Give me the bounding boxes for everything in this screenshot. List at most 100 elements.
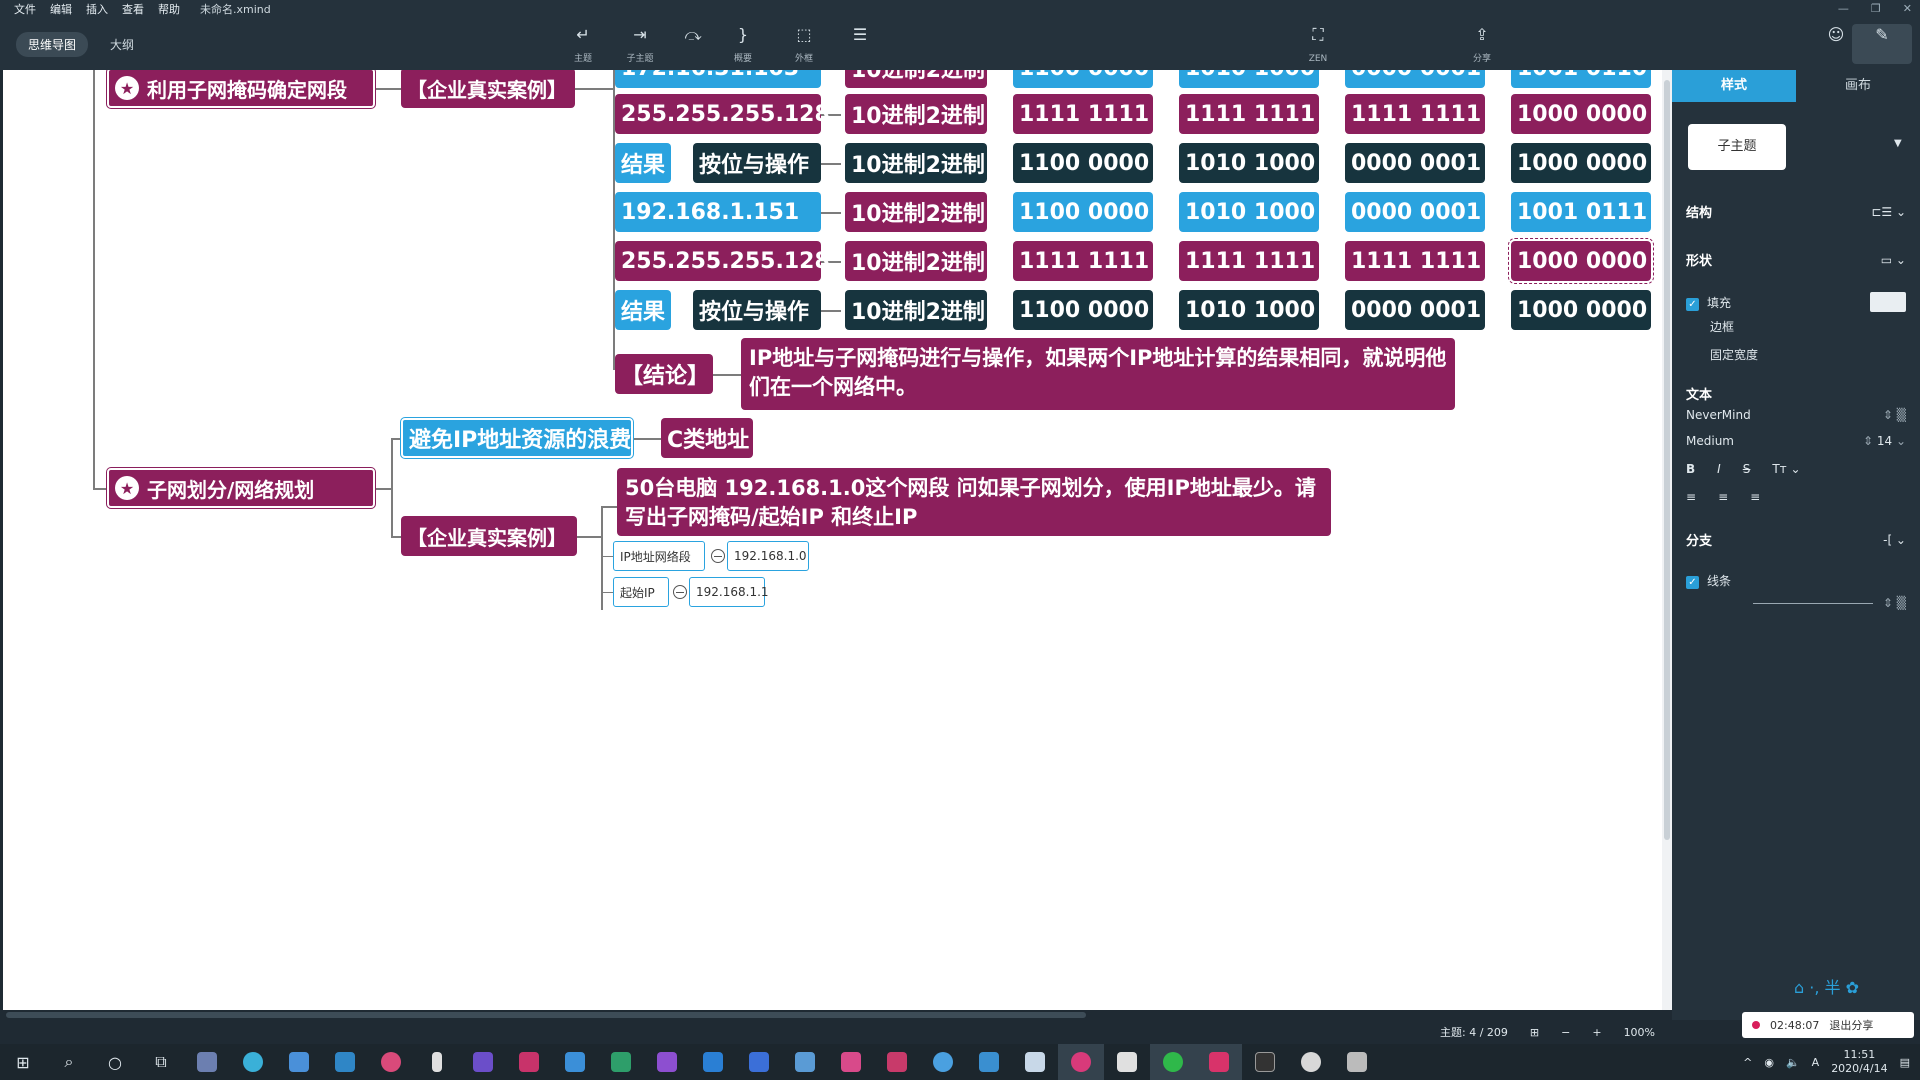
align-left-icon[interactable]: ≡ (1686, 490, 1696, 504)
and-op-node[interactable]: 按位与操作 (693, 143, 821, 183)
app-icon-5[interactable] (782, 1044, 828, 1080)
octet-node[interactable]: 1111 1111 (1345, 241, 1485, 281)
octet-node[interactable]: 1010 1000 (1179, 143, 1319, 183)
horizontal-scrollbar[interactable] (0, 1010, 1662, 1020)
octet-node[interactable]: 1001 0111 (1511, 192, 1651, 232)
clock[interactable]: 11:51 2020/4/14 (1831, 1048, 1887, 1076)
ip-node[interactable]: 172.16.31.103 (615, 70, 821, 88)
app-icon-2[interactable] (230, 1044, 276, 1080)
mask-node[interactable]: 255.255.255.128 (615, 241, 830, 281)
ime-icon[interactable]: A (1812, 1056, 1820, 1069)
intellij-icon[interactable] (506, 1044, 552, 1080)
octet-node[interactable]: 1100 0000 (1013, 192, 1153, 232)
app-icon-8[interactable] (966, 1044, 1012, 1080)
start-ip-value[interactable]: 192.168.1.1 (689, 577, 769, 607)
scroll-thumb[interactable] (1664, 80, 1670, 840)
convert-node[interactable]: 10进制2进制 (845, 94, 987, 134)
convert-node[interactable]: 10进制2进制 (845, 290, 987, 330)
datagrip-icon[interactable] (460, 1044, 506, 1080)
xmind-icon[interactable] (874, 1044, 920, 1080)
avoid-waste-node[interactable]: 避免IP地址资源的浪费 (401, 418, 633, 458)
class-c-node[interactable]: C类地址 (661, 418, 753, 458)
shape-select[interactable]: ▭ ⌄ (1881, 253, 1906, 267)
scroll-thumb[interactable] (6, 1012, 1086, 1018)
octet-node[interactable]: 0000 0001 (1345, 143, 1485, 183)
menu-help[interactable]: 帮助 (158, 1, 180, 17)
octet-node[interactable]: 1001 0110 (1511, 70, 1651, 88)
case-node-1[interactable]: 【企业真实案例】 (401, 70, 575, 108)
start-ip-label[interactable]: 起始IP (613, 577, 669, 607)
app-icon-3[interactable] (414, 1044, 460, 1080)
menu-edit[interactable]: 编辑 (50, 1, 72, 17)
ip-segment-label[interactable]: IP地址网络段 (613, 541, 705, 571)
ip-node[interactable]: 192.168.1.151 (615, 192, 821, 232)
font-size-select[interactable]: 14 (1877, 434, 1892, 448)
convert-node[interactable]: 10进制2进制 (845, 241, 987, 281)
zen-button[interactable]: ⛶ ZEN (1288, 24, 1348, 65)
calculator-icon[interactable] (1334, 1044, 1380, 1080)
mindmap-canvas[interactable]: ★ 利用子网掩码确定网段 【企业真实案例】 172.16.31.103 10进制… (0, 70, 1662, 1010)
menu-insert[interactable]: 插入 (86, 1, 108, 17)
octet-node[interactable]: 1010 1000 (1179, 290, 1319, 330)
wechat-icon[interactable] (1150, 1044, 1196, 1080)
octet-node[interactable]: 1100 0000 (1013, 143, 1153, 183)
octet-node[interactable]: 1111 1111 (1013, 94, 1153, 134)
octet-node[interactable]: 1010 1000 (1179, 70, 1319, 88)
subtopic-button[interactable]: ⇥ 子主题 (610, 24, 670, 65)
pycharm-icon[interactable] (598, 1044, 644, 1080)
app-icon-4[interactable] (736, 1044, 782, 1080)
convert-node[interactable]: 10进制2进制 (845, 143, 987, 183)
tray-chevron-icon[interactable]: ^ (1743, 1056, 1752, 1069)
browser-icon[interactable] (368, 1044, 414, 1080)
octet-node[interactable]: 1010 1000 (1179, 192, 1319, 232)
text-case-icon[interactable]: Tт ⌄ (1772, 462, 1800, 476)
goland-icon[interactable] (552, 1044, 598, 1080)
style-preview[interactable]: 子主题 (1688, 124, 1786, 170)
tab-outline[interactable]: 大纲 (98, 32, 146, 57)
mask-node[interactable]: 255.255.255.128 (615, 94, 830, 134)
strikethrough-icon[interactable]: S̶ (1743, 462, 1751, 476)
line-style-select[interactable] (1752, 602, 1873, 604)
terminal-icon[interactable] (1242, 1044, 1288, 1080)
maximize-icon[interactable]: ❐ (1871, 2, 1881, 15)
mail-icon[interactable] (322, 1044, 368, 1080)
font-select[interactable]: NeverMind (1686, 408, 1751, 422)
vertical-scrollbar[interactable] (1662, 70, 1672, 1010)
minimize-icon[interactable]: — (1838, 2, 1849, 15)
weight-select[interactable]: Medium (1686, 434, 1734, 448)
case-node-2[interactable]: 【企业真实案例】 (401, 516, 577, 556)
align-right-icon[interactable]: ≡ (1750, 490, 1760, 504)
result-node[interactable]: 结果 (615, 143, 671, 183)
bold-icon[interactable]: B (1686, 462, 1695, 476)
octet-node[interactable]: 1000 0000 (1511, 290, 1651, 330)
octet-node[interactable]: 0000 0001 (1345, 70, 1485, 88)
app-icon-10[interactable] (1104, 1044, 1150, 1080)
octet-node[interactable]: 1111 1111 (1179, 241, 1319, 281)
branch-select[interactable]: -[ ⌄ (1883, 533, 1906, 547)
notepad-icon[interactable] (1012, 1044, 1058, 1080)
helper-icons[interactable]: ⌂ ·, 半 ✿ (1794, 974, 1859, 998)
map-icon[interactable]: ⊞ (1530, 1026, 1539, 1039)
octet-node[interactable]: 0000 0001 (1345, 290, 1485, 330)
convert-node[interactable]: 10进制2进制 (845, 192, 987, 232)
share-button[interactable]: ⇪ 分享 (1452, 24, 1512, 65)
phpstorm-icon[interactable] (644, 1044, 690, 1080)
app-icon-7[interactable] (920, 1044, 966, 1080)
octet-node[interactable]: 1100 0000 (1013, 70, 1153, 88)
tab-canvas[interactable]: 画布 (1796, 70, 1920, 102)
octet-node[interactable]: 1111 1111 (1013, 241, 1153, 281)
windows-start-icon[interactable]: ⊞ (0, 1044, 46, 1080)
app-icon-9[interactable] (1058, 1044, 1104, 1080)
topic-button[interactable]: ↵ 主题 (553, 24, 613, 65)
vscode-icon[interactable] (690, 1044, 736, 1080)
notes-button[interactable]: ☰ (830, 24, 890, 46)
and-op-node[interactable]: 按位与操作 (693, 290, 821, 330)
menu-file[interactable]: 文件 (14, 1, 36, 17)
summary-button[interactable]: } 概要 (713, 24, 773, 65)
octet-node[interactable]: 0000 0001 (1345, 192, 1485, 232)
italic-icon[interactable]: I (1717, 462, 1721, 476)
octet-node[interactable]: 1111 1111 (1179, 94, 1319, 134)
cortana-icon[interactable]: ○ (92, 1044, 138, 1080)
ip-segment-value[interactable]: 192.168.1.0 (727, 541, 809, 571)
main-topic-subnet-mask[interactable]: ★ 利用子网掩码确定网段 (107, 70, 375, 108)
